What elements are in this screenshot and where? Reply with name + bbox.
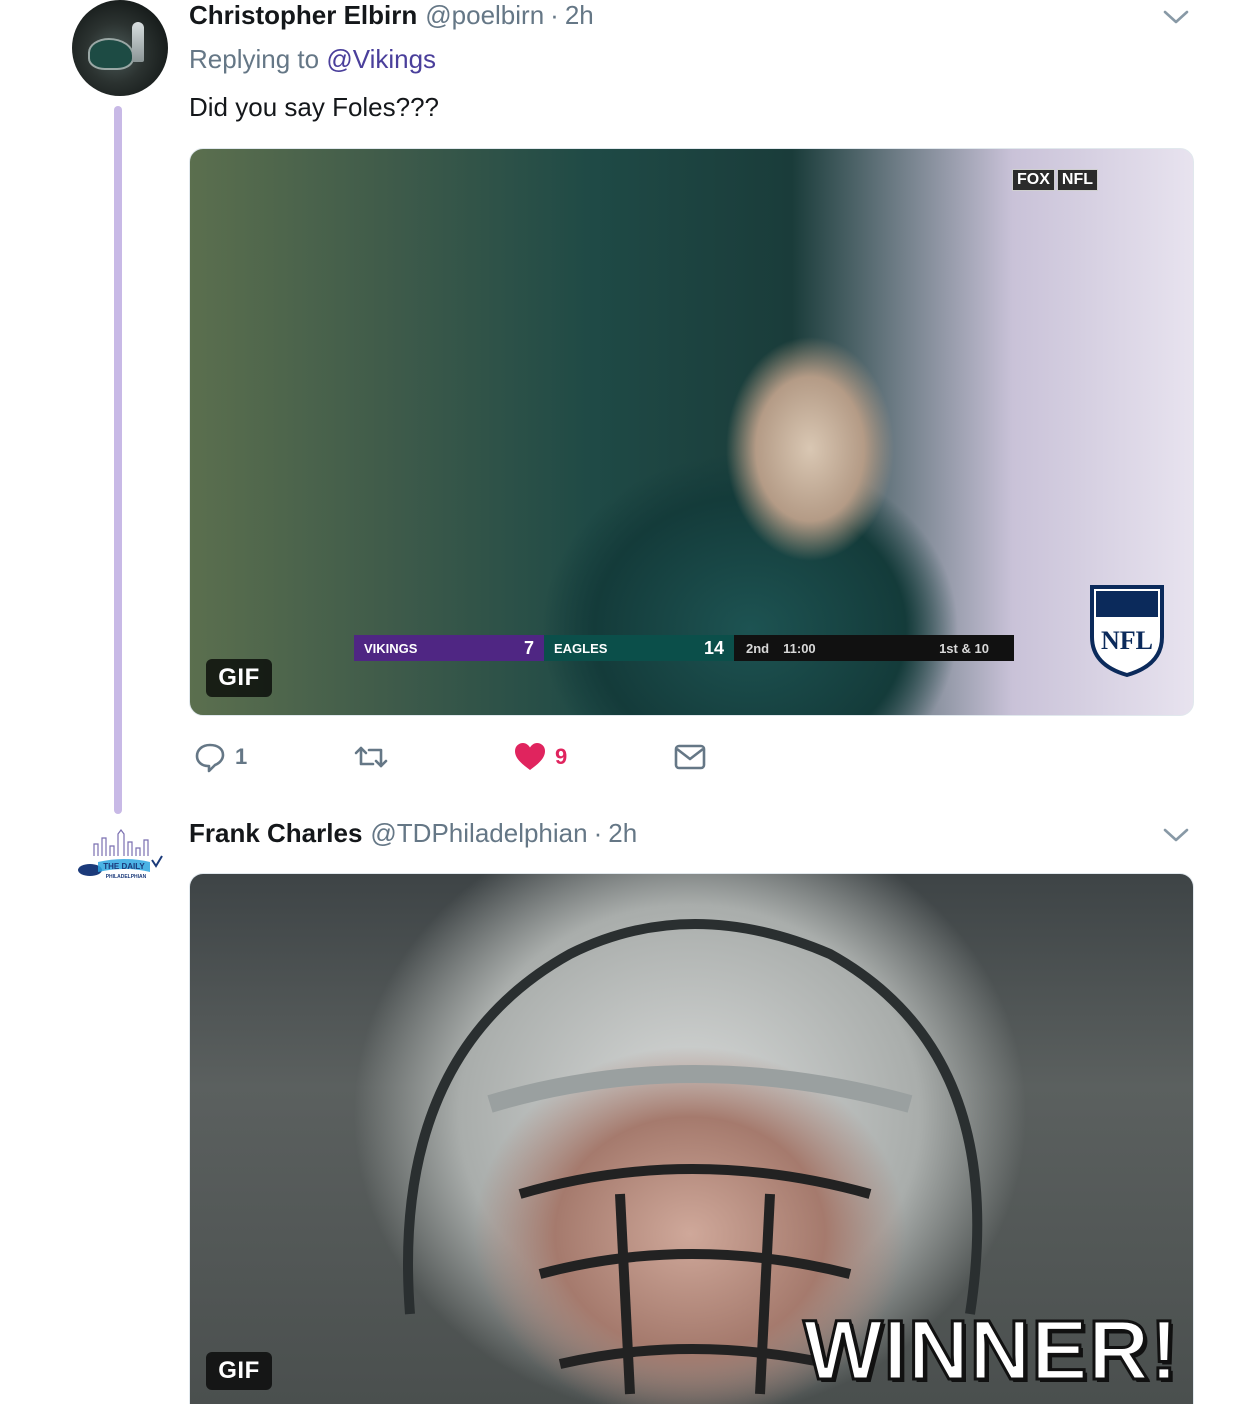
heart-icon <box>515 743 545 770</box>
team1-name: VIKINGS <box>364 640 418 656</box>
chevron-down-icon[interactable] <box>1162 826 1190 844</box>
avatar[interactable] <box>72 0 168 96</box>
gif-caption: WINNER! <box>802 1302 1180 1399</box>
nfl-shield-icon: NFL <box>1090 585 1164 677</box>
envelope-icon <box>674 744 706 770</box>
tweet-thread: Christopher Elbirn @poelbirn · 2h Replyi… <box>0 0 1246 1404</box>
score-bug-clock: 2nd 11:00 <box>734 635 914 661</box>
retweet-icon <box>354 746 388 768</box>
reply-count: 1 <box>235 744 248 769</box>
replying-to-line: Replying to @Vikings <box>189 44 436 75</box>
tweet-timestamp[interactable]: 2h <box>565 0 594 31</box>
user-handle[interactable]: @TDPhiladelphian <box>370 818 587 849</box>
replying-to-label: Replying to <box>189 44 320 74</box>
avatar-logo-line1: THE DAILY <box>103 862 145 871</box>
team1-score: 7 <box>523 637 534 658</box>
like-count: 9 <box>555 744 568 769</box>
reply-icon <box>195 743 225 773</box>
helmet-icon <box>88 38 134 70</box>
display-name[interactable]: Christopher Elbirn <box>189 0 417 31</box>
gif-media[interactable]: WINNER! GIF <box>189 873 1194 1404</box>
trophy-icon <box>132 22 144 62</box>
tweet-header: Frank Charles @TDPhiladelphian · 2h <box>189 818 637 849</box>
chevron-down-icon[interactable] <box>1162 8 1190 26</box>
display-name[interactable]: Frank Charles <box>189 818 362 849</box>
gif-media[interactable]: FOX NFL VIKINGS 7 EAGLES 14 2nd 11:00 1s… <box>189 148 1194 716</box>
team2-score: 14 <box>703 637 724 658</box>
tweet-text: Did you say Foles??? <box>189 92 440 122</box>
thread-connector-line <box>114 106 122 814</box>
down-and-distance: 1st & 10 <box>914 635 1014 661</box>
retweet-button[interactable] <box>353 740 397 774</box>
like-button[interactable]: 9 <box>513 740 567 774</box>
nfl-shield-label: NFL <box>1101 626 1153 655</box>
score-bug: VIKINGS 7 EAGLES 14 2nd 11:00 1st & 10 <box>354 635 1014 661</box>
gif-badge: GIF <box>206 659 272 697</box>
game-clock: 11:00 <box>783 640 816 656</box>
score-bug-team2: EAGLES 14 <box>544 635 734 661</box>
team2-name: EAGLES <box>554 640 608 656</box>
tweet-header: Christopher Elbirn @poelbirn · 2h <box>189 0 594 31</box>
separator-dot: · <box>550 0 559 30</box>
tweet-actions: 1 9 <box>189 740 749 780</box>
user-handle[interactable]: @poelbirn <box>425 0 544 31</box>
reply-button[interactable]: 1 <box>193 740 247 774</box>
network-logo-fox: FOX <box>1012 169 1055 191</box>
gif-badge: GIF <box>206 1352 272 1390</box>
mention-link[interactable]: @Vikings <box>326 44 436 74</box>
network-logo-nfl: NFL <box>1056 169 1098 191</box>
score-bug-team1: VIKINGS 7 <box>354 635 544 661</box>
separator-dot: · <box>593 818 603 848</box>
tweet-timestamp[interactable]: 2h <box>608 818 637 849</box>
direct-message-button[interactable] <box>673 740 707 774</box>
avatar-logo-line2: PHILADELPHIAN <box>106 874 147 880</box>
avatar[interactable]: THE DAILY PHILADELPHIAN <box>72 826 168 886</box>
network-logo: FOX NFL <box>1012 169 1098 191</box>
quarter-label: 2nd <box>746 640 770 656</box>
